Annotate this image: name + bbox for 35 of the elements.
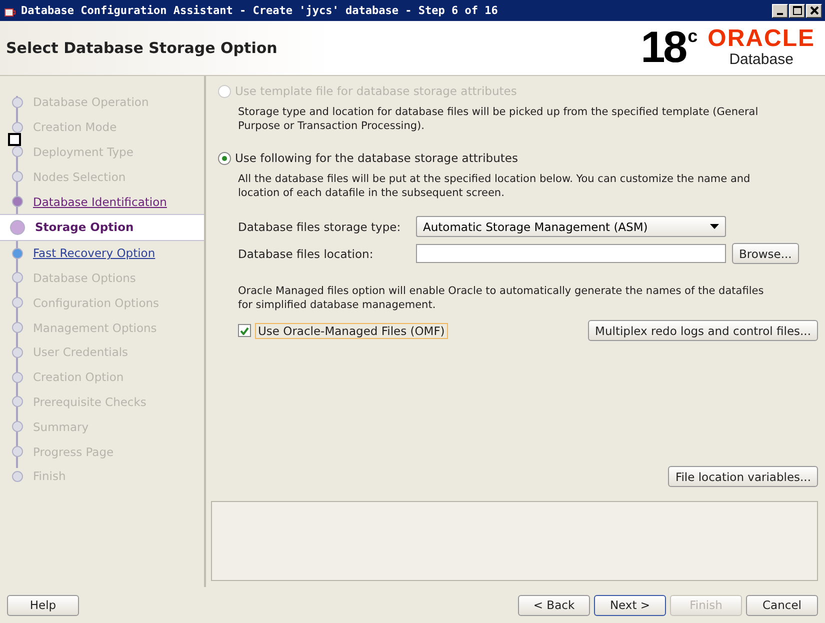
- version-number: 18: [640, 27, 686, 69]
- option-description: All the database files will be put at the specified location below. You can customize the name and location of each datafile in the subsequent screen.: [238, 172, 752, 200]
- minimize-icon: [777, 12, 783, 14]
- multiplex-button[interactable]: Multiplex redo logs and control files...: [588, 320, 818, 341]
- step-item[interactable]: Storage Option: [0, 214, 204, 241]
- page-title: Select Database Storage Option: [6, 39, 278, 57]
- close-icon: [810, 6, 818, 15]
- minimize-button[interactable]: [772, 4, 788, 18]
- browse-button[interactable]: Browse...: [732, 243, 799, 264]
- field-label: Database files storage type:: [238, 220, 402, 234]
- location-field[interactable]: [416, 244, 726, 263]
- option-description: Storage type and location for database files will be picked up from the specified template (General Purpose or Transaction Processing).: [238, 105, 760, 133]
- step-item[interactable]: Database Identification: [0, 189, 204, 214]
- maximize-button[interactable]: [789, 4, 805, 18]
- product-name: Database: [729, 51, 794, 69]
- storage-type-dropdown[interactable]: Automatic Storage Management (ASM): [416, 216, 726, 237]
- omf-description: Oracle Managed files option will enable Oracle to automatically generate the names of the datafiles for simplified database management.: [238, 284, 765, 312]
- version-suffix: c: [688, 27, 698, 45]
- field-label: Database files location:: [238, 246, 374, 260]
- checkbox-label[interactable]: Use Oracle-Managed Files (OMF): [255, 322, 448, 338]
- checkbox[interactable]: [238, 324, 251, 337]
- caret-icon: [710, 224, 719, 229]
- dialog-button[interactable]: < Back: [518, 594, 590, 616]
- brand-name: ORACLE: [708, 27, 815, 51]
- dialog-button[interactable]: Cancel: [746, 594, 818, 616]
- file-location-variables-button[interactable]: File location variables...: [668, 466, 818, 487]
- step-item[interactable]: Fast Recovery Option: [0, 240, 204, 266]
- radio-button[interactable]: [218, 152, 231, 164]
- dialog-button[interactable]: Next >: [594, 594, 666, 616]
- radio-label[interactable]: Use following for the database storage attributes: [235, 151, 518, 165]
- window-title: Database Configuration Assistant - Create 'jycs' database - Step 6 of 16: [21, 4, 499, 17]
- dialog-button[interactable]: Help: [7, 594, 79, 616]
- focus-marker-icon: [8, 133, 21, 146]
- maximize-icon: [792, 6, 802, 15]
- close-button[interactable]: [806, 4, 822, 18]
